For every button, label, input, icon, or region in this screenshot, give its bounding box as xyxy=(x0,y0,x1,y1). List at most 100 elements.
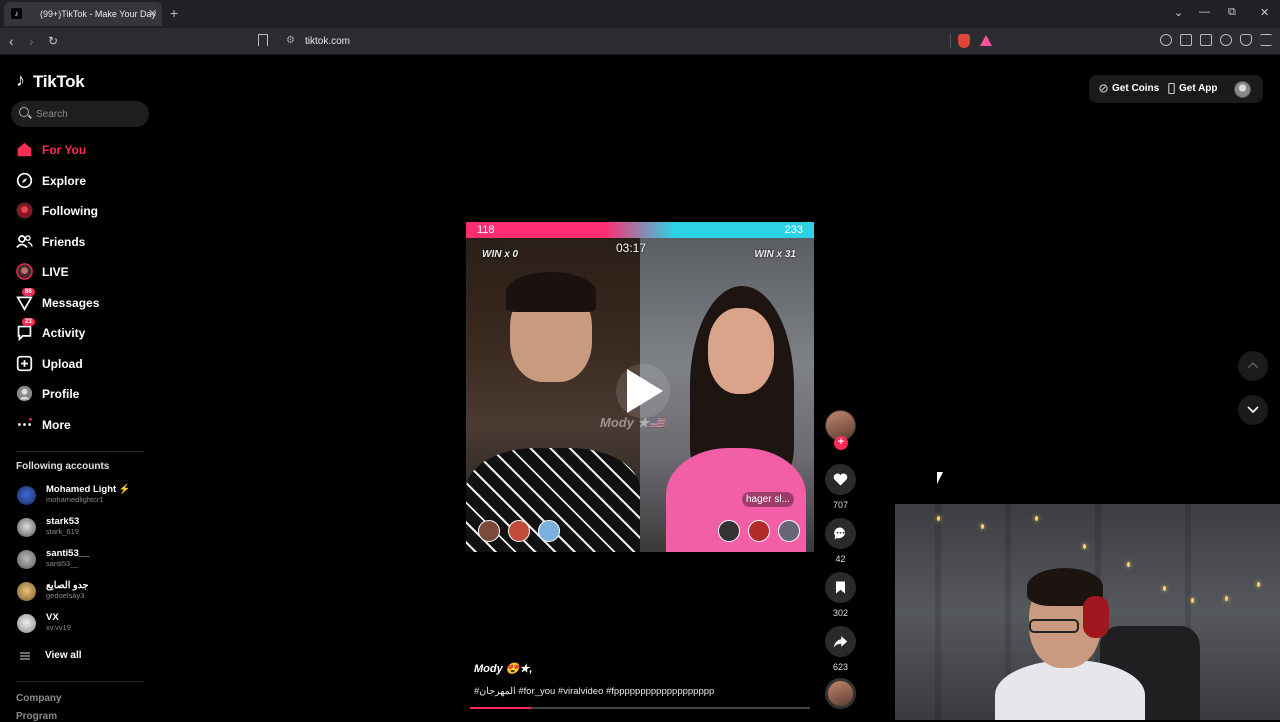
minimize-button[interactable]: — xyxy=(1199,6,1210,18)
bookmark-icon[interactable] xyxy=(258,34,268,46)
view-all-label: View all xyxy=(45,650,82,661)
play-icon[interactable] xyxy=(627,369,663,413)
previous-video-button[interactable] xyxy=(1238,351,1268,381)
following-accounts-title: Following accounts xyxy=(16,461,110,472)
account-avatar xyxy=(17,518,36,537)
account-avatar xyxy=(17,582,36,601)
video-author[interactable]: Mody 😍★, xyxy=(474,662,532,675)
profile-avatar-icon xyxy=(16,385,33,402)
save-count: 302 xyxy=(832,608,849,618)
menu-icon[interactable] xyxy=(1260,34,1272,46)
sidebar-icon[interactable] xyxy=(1180,34,1192,46)
chevron-down-icon xyxy=(1247,406,1259,414)
upload-icon xyxy=(16,355,33,372)
string-light xyxy=(1225,596,1228,601)
headset xyxy=(1083,596,1109,638)
browser-tab-bar: ♪ (99+)TikTok - Make Your Day ✕ + ⌄ — ⧉ … xyxy=(0,0,1280,28)
search-box[interactable] xyxy=(11,101,149,127)
account-item[interactable]: VX xv.vv19 xyxy=(16,610,156,638)
search-icon[interactable] xyxy=(19,107,29,117)
comment-button[interactable] xyxy=(825,518,856,549)
win-count-right: WIN x 31 xyxy=(754,249,796,260)
like-count: 707 xyxy=(832,500,849,510)
tab-title: (99+)TikTok - Make Your Day xyxy=(40,9,156,19)
footer-program-link[interactable]: Program xyxy=(16,711,57,722)
account-item[interactable]: stark53 stark_619 xyxy=(16,514,156,542)
video-progress-bar[interactable] xyxy=(470,707,810,709)
account-name: santi53__ xyxy=(46,548,90,559)
logo-text: TikTok xyxy=(33,72,85,91)
battle-timer: 03:17 xyxy=(616,241,647,255)
forward-icon[interactable]: › xyxy=(29,33,34,49)
account-item[interactable]: جدو الصايع gedoelsay3 xyxy=(16,578,156,606)
more-icon xyxy=(18,418,32,426)
url-bar[interactable]: ⚙ tiktok.com xyxy=(280,31,1000,52)
nav-messages[interactable]: 86 Messages xyxy=(14,288,154,315)
video-player[interactable]: 118 233 03:17 WIN x 0 WIN x 31 Mody ★🇺🇸 … xyxy=(466,222,814,552)
share-button[interactable] xyxy=(825,626,856,657)
vpn-shield-icon[interactable] xyxy=(1240,34,1252,46)
brave-rewards-icon[interactable] xyxy=(980,35,992,46)
nav-profile[interactable]: Profile xyxy=(14,382,154,406)
follow-plus-icon[interactable]: + xyxy=(834,436,848,450)
nav-upload[interactable]: Upload xyxy=(14,352,154,376)
restore-button[interactable]: ⧉ xyxy=(1228,6,1236,19)
view-all-button[interactable]: View all xyxy=(20,649,120,663)
win-count-left: WIN x 0 xyxy=(482,249,519,260)
nav-activity[interactable]: 23 Activity xyxy=(14,318,154,345)
like-button[interactable] xyxy=(825,464,856,495)
coin-icon xyxy=(1099,84,1108,93)
media-icon[interactable] xyxy=(1160,34,1172,46)
user-avatar[interactable] xyxy=(1234,81,1251,98)
compass-icon xyxy=(16,172,33,189)
string-light xyxy=(1035,516,1038,521)
nav-label: For You xyxy=(42,143,87,157)
string-light xyxy=(1083,544,1086,549)
leo-ai-icon[interactable] xyxy=(1220,34,1232,46)
save-button[interactable] xyxy=(825,572,856,603)
streamer-left-hair xyxy=(506,272,596,312)
nav-more[interactable]: More xyxy=(14,413,154,437)
following-avatar-icon xyxy=(16,202,33,219)
brave-shields-icon[interactable] xyxy=(958,34,970,48)
close-tab-icon[interactable]: ✕ xyxy=(148,7,157,20)
url-text[interactable]: tiktok.com xyxy=(305,36,350,47)
reload-icon[interactable]: ↻ xyxy=(48,34,58,48)
guest-name-tag: hager sl... xyxy=(742,492,794,507)
battle-score-bar: 118 233 xyxy=(466,222,814,238)
search-input[interactable] xyxy=(36,105,141,123)
get-coins-button[interactable]: Get Coins xyxy=(1112,83,1159,94)
sidebar-divider xyxy=(16,451,144,452)
nav-explore[interactable]: Explore xyxy=(14,169,154,193)
nav-label: Friends xyxy=(42,235,86,249)
video-hashtags[interactable]: #المهرجان #for_you #viralvideo #fppppppp… xyxy=(474,686,714,697)
account-name: Mohamed Light ⚡ xyxy=(46,484,131,495)
wallet-icon[interactable] xyxy=(1200,34,1212,46)
comment-icon xyxy=(834,527,845,540)
webcam-overlay xyxy=(895,504,1280,720)
phone-icon xyxy=(1168,83,1175,94)
tab-search-icon[interactable]: ⌄ xyxy=(1174,6,1183,19)
get-app-button[interactable]: Get App xyxy=(1179,83,1218,94)
account-item[interactable]: santi53__ santi53__ xyxy=(16,546,156,574)
chevron-up-icon xyxy=(1247,361,1259,369)
send-icon xyxy=(16,296,33,311)
next-video-button[interactable] xyxy=(1238,395,1268,425)
gifter-avatar xyxy=(718,520,740,542)
site-info-icon[interactable]: ⚙ xyxy=(286,35,295,46)
tiktok-favicon-icon: ♪ xyxy=(11,8,22,19)
account-avatar xyxy=(17,614,36,633)
new-tab-button[interactable]: + xyxy=(170,5,178,21)
account-item[interactable]: Mohamed Light ⚡ mohamedlightcr1 xyxy=(16,482,156,510)
browser-tab[interactable]: ♪ (99+)TikTok - Make Your Day ✕ xyxy=(4,2,162,26)
nav-live[interactable]: LIVE xyxy=(14,260,154,284)
back-icon[interactable]: ‹ xyxy=(9,33,14,49)
window-close-button[interactable]: ✕ xyxy=(1260,6,1269,19)
string-light xyxy=(1163,586,1166,591)
list-icon xyxy=(20,652,30,660)
music-disc[interactable] xyxy=(825,678,856,709)
footer-company-link[interactable]: Company xyxy=(16,693,62,704)
nav-for-you[interactable]: For You xyxy=(14,138,154,162)
nav-following[interactable]: Following xyxy=(14,199,154,223)
nav-friends[interactable]: Friends xyxy=(14,230,154,254)
